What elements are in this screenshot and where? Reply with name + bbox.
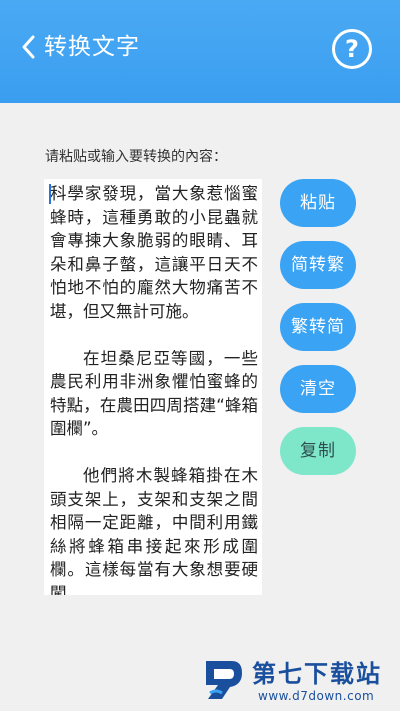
- text-paragraph: 他們將木製蜂箱掛在木頭支架上，支架和支架之間相隔一定距離，中間利用鐵絲將蜂箱串接…: [50, 466, 258, 595]
- clear-button[interactable]: 清空: [280, 365, 356, 413]
- chevron-left-icon: [22, 35, 35, 59]
- help-button[interactable]: ?: [332, 29, 372, 69]
- paste-button[interactable]: 粘贴: [280, 179, 356, 227]
- question-icon: ?: [345, 35, 359, 63]
- traditional-to-simplified-button[interactable]: 繁转简: [280, 303, 356, 351]
- watermark-title: 第七下载站: [252, 660, 382, 688]
- watermark-url: www.d7down.com: [258, 689, 375, 703]
- app-header: 转换文字 ?: [0, 0, 400, 103]
- simplified-to-traditional-button[interactable]: 简转繁: [280, 241, 356, 289]
- text-paragraph: 科學家發現，當大象惹惱蜜蜂時，這種勇敢的小昆蟲就會專揀大象脆弱的眼睛、耳朵和鼻子…: [50, 184, 258, 321]
- page-title: 转换文字: [44, 34, 140, 60]
- input-prompt-label: 请粘贴或输入要转换的內容：: [45, 149, 227, 165]
- d7down-logo-icon: [206, 661, 242, 699]
- copy-button[interactable]: 复制: [280, 427, 356, 475]
- text-cursor: [49, 184, 51, 204]
- text-paragraph: 在坦桑尼亞等國，一些農民利用非洲象懼怕蜜蜂的特點，在農田四周搭建“蜂箱圍欄”。: [50, 348, 258, 439]
- watermark-logo: 第七下载站 www.d7down.com: [200, 655, 396, 707]
- text-input-area[interactable]: 科學家發現，當大象惹惱蜜蜂時，這種勇敢的小昆蟲就會專揀大象脆弱的眼睛、耳朵和鼻子…: [44, 179, 262, 595]
- back-button[interactable]: [18, 30, 38, 64]
